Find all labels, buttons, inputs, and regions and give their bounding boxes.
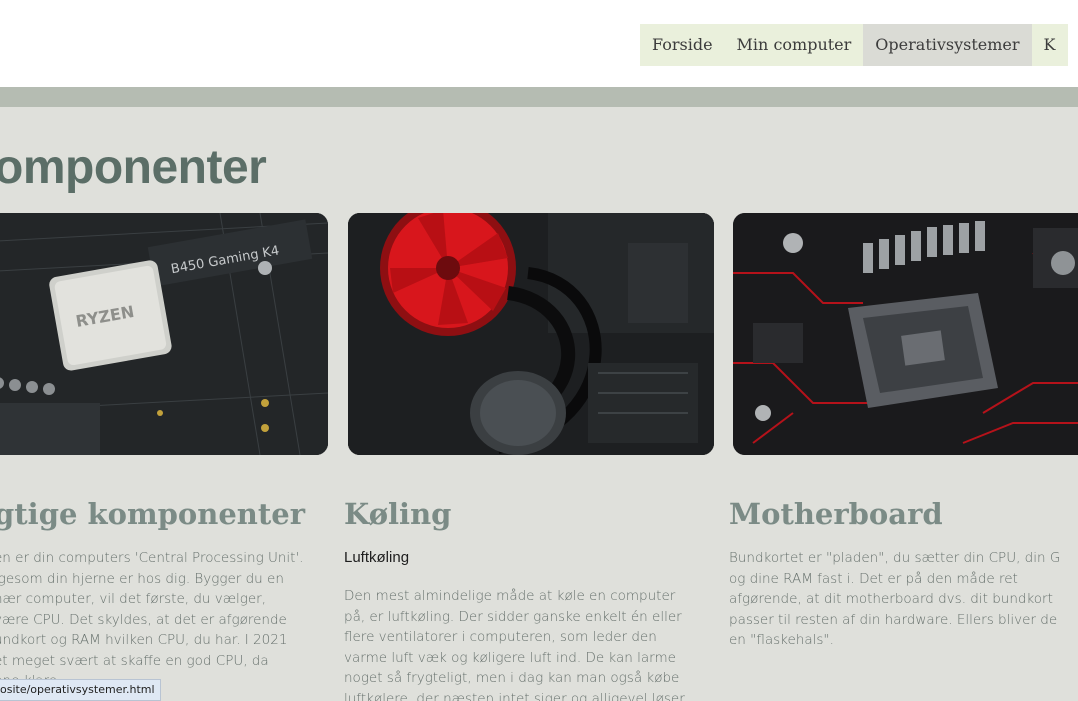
main-content: omponenter B450 Gaming K4 RYZEN gtige ko… (0, 107, 1078, 701)
card-heading-komponenter: gtige komponenter (0, 497, 305, 531)
text-line: nær computer, vil det første, du vælger, (0, 591, 267, 607)
card-heading-koeling: Køling (344, 497, 452, 531)
text-line: undkort og RAM hvilken CPU, du har. I 20… (0, 632, 288, 648)
card-text-koeling: Den mest almindelige måde at køle en com… (344, 586, 716, 701)
text-line: på, er luftkøling. Der sidder ganske enk… (344, 608, 682, 625)
text-line: varme luft væk og køligere luft ind. De … (344, 649, 676, 666)
text-line: igesom din hjerne er hos dig. Bygger du … (0, 570, 284, 587)
cooling-image (348, 213, 714, 455)
nav-item-operativsystemer[interactable]: Operativsystemer (863, 24, 1032, 66)
text-line: Den mest almindelige måde at køle en com… (344, 588, 676, 604)
text-line: være CPU. Det skyldes, at det er afgøren… (0, 611, 287, 628)
text-line: noget så frygteligt, men i dag kan man o… (344, 670, 680, 686)
text-line: passer til resten af din hardware. Eller… (729, 611, 1058, 628)
text-line: en "flaskehals". (729, 632, 834, 648)
nav-item-min-computer[interactable]: Min computer (724, 24, 864, 66)
card-text-komponenter: en er din computers 'Central Processing … (0, 548, 339, 692)
text-line: og dine RAM fast i. Det er på den måde r… (729, 570, 1018, 587)
text-line: Bundkortet er "pladen", du sætter din CP… (729, 550, 1061, 566)
cpu-image: B450 Gaming K4 RYZEN (0, 213, 328, 455)
text-line: en er din computers 'Central Processing … (0, 550, 304, 566)
card-subheading-luftkoeling: Luftkøling (344, 549, 410, 566)
header-divider-stripe (0, 87, 1078, 107)
text-line: luftkølere, der næsten intet siger og al… (344, 690, 685, 701)
text-line: afgørende, at dit motherboard dvs. dit b… (729, 591, 1053, 607)
card-heading-motherboard: Motherboard (729, 497, 943, 531)
card-text-motherboard: Bundkortet er "pladen", du sætter din CP… (729, 548, 1078, 651)
text-line: et meget svært at skaffe en god CPU, da (0, 652, 269, 669)
page-title: omponenter (0, 141, 267, 194)
nav-item-forside[interactable]: Forside (640, 24, 725, 66)
status-bar-link-preview: osite/operativsystemer.html (0, 679, 161, 701)
top-bar: Forside Min computer Operativsystemer K (0, 0, 1078, 87)
main-nav: Forside Min computer Operativsystemer K (640, 24, 1068, 66)
motherboard-image (733, 213, 1078, 455)
text-line: flere ventilatorer i computeren, som led… (344, 629, 657, 645)
nav-item-k[interactable]: K (1031, 24, 1068, 66)
